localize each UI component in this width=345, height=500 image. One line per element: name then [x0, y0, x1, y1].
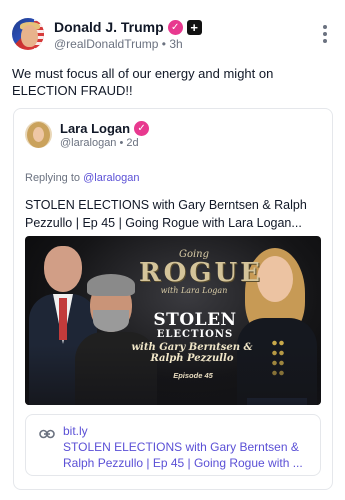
tie [59, 298, 67, 340]
show-logo-rogue: ROGUE [139, 258, 263, 288]
author-handle[interactable]: @realDonaldTrump [54, 37, 158, 51]
episode-number: Episode 45 [173, 371, 213, 380]
link-domain[interactable]: bit.ly [63, 424, 88, 438]
post-text: We must focus all of our energy and migh… [12, 65, 332, 99]
quote-author-name-row: Lara Logan ✓ [60, 121, 150, 136]
headline-stolen: STOLEN [153, 310, 237, 330]
quote-author-name[interactable]: Lara Logan [60, 121, 130, 136]
headline-elections: ELECTIONS [156, 329, 234, 340]
author-name-row: Donald J. Trump ✓ + [54, 19, 202, 35]
meta-separator: • [119, 137, 124, 149]
dot [323, 39, 327, 43]
quote-author-avatar[interactable] [25, 121, 52, 148]
avatar-face [33, 127, 44, 142]
quote-text-line: STOLEN ELECTIONS with Gary Berntsen & Ra… [25, 198, 307, 212]
author-meta: @realDonaldTrump • 3h [54, 37, 183, 51]
post-text-line: ELECTION FRAUD!! [12, 83, 133, 98]
quote-author-meta: @laralogan • 2d [60, 137, 139, 149]
replying-to: Replying to @laralogan [25, 172, 140, 184]
guests-line: Ralph Pezzullo [150, 353, 234, 364]
media-thumbnail[interactable]: Going ROGUE with Lara Logan STOLEN ELECT… [25, 236, 321, 405]
post-text-line: We must focus all of our energy and migh… [12, 66, 274, 81]
quote-time[interactable]: 2d [126, 137, 138, 149]
post-time[interactable]: 3h [169, 37, 182, 51]
quote-author-handle[interactable]: @laralogan [60, 137, 116, 149]
show-logo: Going ROGUE with Lara Logan [139, 250, 263, 296]
plus-badge-icon: + [186, 19, 202, 35]
episode-headline: STOLEN ELECTIONS [147, 310, 243, 341]
quote-text-line: Pezzullo | Ep 45 | Going Rogue with Lara… [25, 216, 302, 230]
link-title[interactable]: STOLEN ELECTIONS with Gary Berntsen & Ra… [63, 439, 315, 471]
author-avatar[interactable] [12, 18, 44, 50]
beard [93, 310, 129, 332]
episode-guests: with Gary Berntsen & Ralph Pezzullo [127, 342, 257, 364]
quoted-post[interactable]: Lara Logan ✓ @laralogan • 2d Replying to… [13, 108, 333, 490]
author-name[interactable]: Donald J. Trump [54, 19, 164, 35]
verified-badge-icon: ✓ [167, 19, 183, 35]
meta-separator: • [161, 37, 166, 51]
link-preview-card[interactable]: bit.ly STOLEN ELECTIONS with Gary Bernts… [25, 414, 321, 476]
avatar-face [21, 25, 38, 47]
dot [323, 32, 327, 36]
hair [87, 274, 135, 296]
dot [323, 25, 327, 29]
replying-handle-link[interactable]: @laralogan [83, 172, 139, 184]
quote-text: STOLEN ELECTIONS with Gary Berntsen & Ra… [25, 196, 327, 232]
verified-badge-icon: ✓ [134, 121, 150, 136]
link-title-line: STOLEN ELECTIONS with Gary Berntsen & [63, 440, 299, 454]
guests-line: with Gary Berntsen & [131, 342, 253, 353]
link-title-line: Ralph Pezzullo | Ep 45 | Going Rogue wit… [63, 456, 303, 470]
link-icon [39, 429, 55, 439]
truth-post[interactable]: Donald J. Trump ✓ + @realDonaldTrump • 3… [0, 0, 345, 500]
more-vertical-icon[interactable] [323, 25, 327, 43]
replying-prefix: Replying to [25, 172, 84, 184]
